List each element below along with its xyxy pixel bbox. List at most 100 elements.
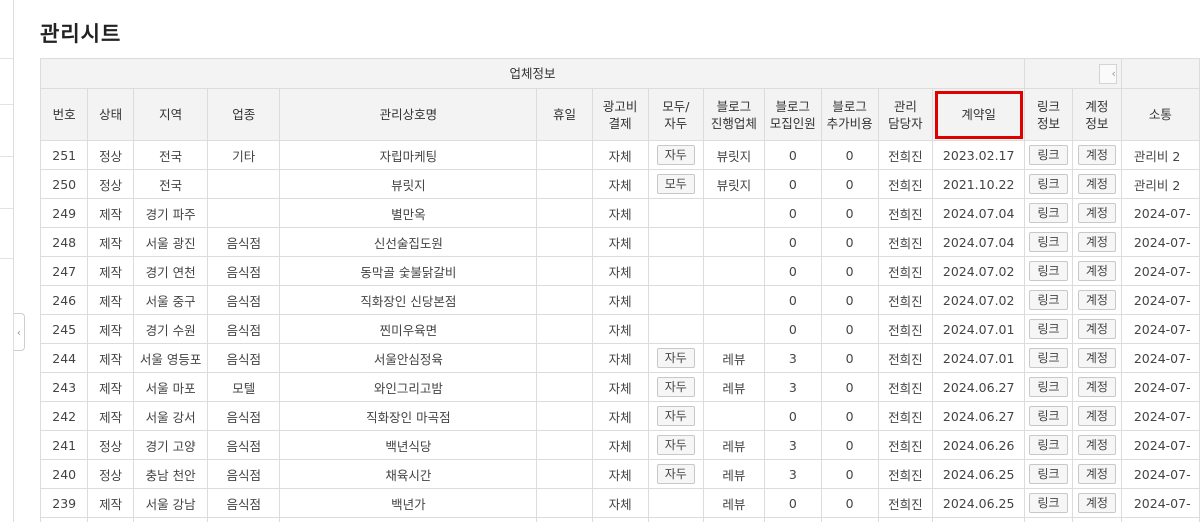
cell-blog-recruit: 0 bbox=[763, 198, 822, 228]
col-adpay-header: 광고비 결제 bbox=[591, 88, 649, 141]
cell-status: 정상 bbox=[87, 140, 134, 170]
cell-no: 251 bbox=[39, 140, 89, 170]
cell-industry: 모텔 bbox=[207, 372, 281, 402]
link-button[interactable]: 링크 bbox=[1029, 232, 1068, 252]
link-button[interactable]: 링크 bbox=[1029, 203, 1068, 223]
link-button[interactable]: 링크 bbox=[1029, 435, 1068, 455]
cell-blog-extra: 0 bbox=[820, 169, 879, 199]
account-button[interactable]: 계정 bbox=[1077, 261, 1116, 281]
cell-holiday bbox=[536, 169, 593, 199]
cell-blog-company: 레뷰 bbox=[702, 343, 765, 373]
account-button[interactable]: 계정 bbox=[1077, 203, 1116, 223]
account-button[interactable]: 계정 bbox=[1077, 493, 1116, 513]
cell-manager: 전희진 bbox=[877, 430, 934, 460]
cell-blog-company bbox=[702, 227, 765, 257]
link-button[interactable]: 링크 bbox=[1029, 319, 1068, 339]
cell-blog-company bbox=[702, 256, 765, 286]
cell-no: 245 bbox=[39, 314, 89, 344]
table-row: 247 제작 경기 연천 음식점 동막골 숯불닭갈비 자체 0 0 전희진 2024.07.02 링… bbox=[39, 256, 1200, 286]
cell-status: 제작 bbox=[87, 401, 134, 431]
cell-name: 동막골 숯불닭갈비 bbox=[279, 256, 538, 286]
link-button[interactable]: 링크 bbox=[1029, 348, 1068, 368]
cell-name: 백년식당 bbox=[279, 430, 538, 460]
cell-holiday bbox=[536, 227, 593, 257]
modu-button[interactable]: 자두 bbox=[656, 377, 695, 397]
cell-region: 전국 bbox=[132, 169, 209, 199]
account-button[interactable]: 계정 bbox=[1077, 232, 1116, 252]
modu-button[interactable]: 자두 bbox=[656, 435, 695, 455]
group-header-blank bbox=[1120, 58, 1200, 89]
cell-communication: 관리비 2 bbox=[1120, 140, 1200, 170]
cell-link-info bbox=[1024, 517, 1073, 522]
modu-button[interactable]: 모두 bbox=[656, 174, 695, 194]
account-button[interactable]: 계정 bbox=[1077, 435, 1116, 455]
cell-blog-company bbox=[702, 314, 765, 344]
cell-no: 242 bbox=[39, 401, 89, 431]
cell-adpay: 자체 bbox=[591, 256, 649, 286]
link-button[interactable]: 링크 bbox=[1029, 290, 1068, 310]
account-button[interactable]: 계정 bbox=[1077, 174, 1116, 194]
account-button[interactable]: 계정 bbox=[1077, 145, 1116, 165]
link-button[interactable]: 링크 bbox=[1029, 145, 1068, 165]
chevron-left-icon[interactable]: ‹ bbox=[1098, 63, 1117, 84]
cell-region: 서울 광진 bbox=[132, 227, 209, 257]
cell-name: 직화장인 마곡점 bbox=[279, 401, 538, 431]
cell-account-info: 계정 bbox=[1072, 430, 1122, 460]
modu-button[interactable]: 자두 bbox=[656, 348, 695, 368]
modu-button[interactable]: 자두 bbox=[656, 145, 695, 165]
cell-communication: 2024-07- bbox=[1120, 256, 1200, 286]
modu-button[interactable]: 자두 bbox=[656, 464, 695, 484]
cell-communication: 2024-07- bbox=[1120, 227, 1200, 257]
account-button[interactable]: 계정 bbox=[1077, 348, 1116, 368]
cell-industry: 음식점 bbox=[207, 343, 281, 373]
cell-holiday bbox=[536, 285, 593, 315]
sidebar-divider bbox=[0, 104, 13, 105]
sidebar-divider bbox=[0, 156, 13, 157]
cell-blog-company: 레뷰 bbox=[702, 372, 765, 402]
col-account-info-header: 계정 정보 bbox=[1072, 88, 1122, 141]
cell-status: 정상 bbox=[87, 459, 134, 489]
left-sidebar-panel bbox=[0, 0, 14, 522]
cell-account-info: 계정 bbox=[1072, 227, 1122, 257]
cell-industry: 기타 bbox=[207, 140, 281, 170]
link-button[interactable]: 링크 bbox=[1029, 174, 1068, 194]
cell-blog-extra: 0 bbox=[820, 343, 879, 373]
account-button[interactable]: 계정 bbox=[1077, 377, 1116, 397]
sidebar-collapse-button[interactable]: ‹ bbox=[14, 313, 25, 351]
cell-modu bbox=[647, 314, 704, 344]
cell-blog-recruit: 3 bbox=[763, 430, 822, 460]
cell-account-info: 계정 bbox=[1072, 372, 1122, 402]
account-button[interactable]: 계정 bbox=[1077, 464, 1116, 484]
link-button[interactable]: 링크 bbox=[1029, 464, 1068, 484]
cell-status: 제작 bbox=[87, 372, 134, 402]
cell-adpay: 자체 bbox=[591, 343, 649, 373]
cell-modu bbox=[647, 198, 704, 228]
cell-blog-company bbox=[702, 198, 765, 228]
account-button[interactable]: 계정 bbox=[1077, 319, 1116, 339]
cell-link-info: 링크 bbox=[1024, 314, 1073, 344]
account-button[interactable]: 계정 bbox=[1077, 290, 1116, 310]
cell-adpay: 자체 bbox=[591, 314, 649, 344]
cell-holiday bbox=[536, 459, 593, 489]
link-button[interactable]: 링크 bbox=[1029, 406, 1068, 426]
cell-account-info bbox=[1072, 517, 1122, 522]
cell-contract-date: 2024.06.27 bbox=[932, 401, 1026, 431]
link-button[interactable]: 링크 bbox=[1029, 377, 1068, 397]
link-button[interactable]: 링크 bbox=[1029, 493, 1068, 513]
cell-status: 제작 bbox=[87, 343, 134, 373]
cell-link-info: 링크 bbox=[1024, 198, 1073, 228]
cell-holiday bbox=[536, 488, 593, 518]
cell-blog-recruit bbox=[763, 517, 822, 522]
modu-button[interactable]: 자두 bbox=[656, 406, 695, 426]
link-button[interactable]: 링크 bbox=[1029, 261, 1068, 281]
cell-contract-date: 2024.06.25 bbox=[932, 488, 1026, 518]
cell-region: 경기 수원 bbox=[132, 314, 209, 344]
table-row bbox=[39, 517, 1200, 522]
cell-communication: 2024-07- bbox=[1120, 459, 1200, 489]
cell-region: 경기 연천 bbox=[132, 256, 209, 286]
account-button[interactable]: 계정 bbox=[1077, 406, 1116, 426]
cell-account-info: 계정 bbox=[1072, 285, 1122, 315]
group-header-nav: ‹ bbox=[1024, 58, 1122, 89]
cell-adpay: 자체 bbox=[591, 140, 649, 170]
col-link-info-header: 링크 정보 bbox=[1024, 88, 1073, 141]
